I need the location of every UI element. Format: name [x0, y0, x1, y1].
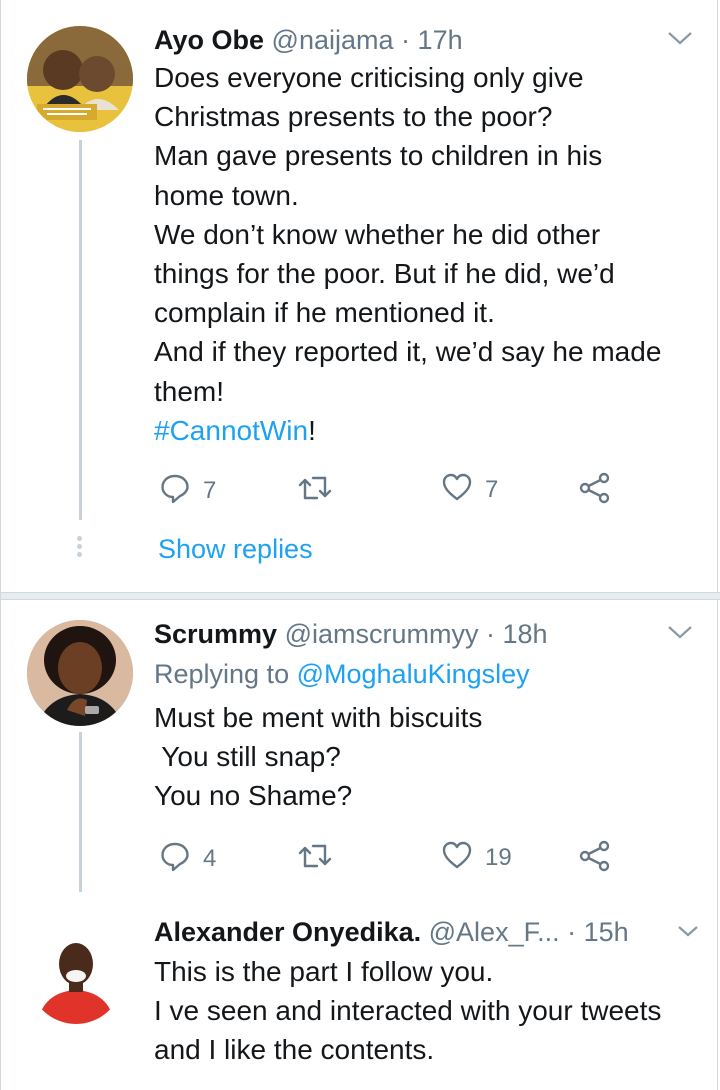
tweet-line: This is the part I follow you.	[154, 956, 494, 987]
tweet-line: them!	[154, 375, 225, 407]
reply-count: 7	[203, 476, 217, 504]
handle[interactable]: @iamscrummyy	[285, 619, 479, 649]
reply-button[interactable]: 7	[159, 472, 216, 509]
share-button[interactable]	[579, 472, 611, 509]
timeline: Ayo Obe @naijama · 17h Does everyone cri…	[0, 0, 720, 1090]
timestamp[interactable]: 18h	[503, 619, 548, 649]
tweet-text: Must be ment with biscuits You still sna…	[154, 698, 482, 816]
hashtag-line: #CannotWin!	[154, 411, 661, 450]
tweet-line: You no Shame?	[154, 780, 353, 812]
tweet-line: home town.	[154, 179, 299, 211]
tweet-line: And if they reported it, we’d say he mad…	[154, 336, 662, 368]
separator: ·	[567, 917, 577, 947]
timestamp[interactable]: 17h	[418, 25, 463, 55]
reply-icon	[159, 840, 191, 877]
chevron-down-icon[interactable]	[667, 30, 693, 51]
tweet-scrummy[interactable]: Scrummy @iamscrummyy · 18h Replying to @…	[1, 600, 720, 892]
tweet-alexander[interactable]: Alexander Onyedika. @Alex_F... · 15h Thi…	[1, 900, 720, 1090]
show-replies-link[interactable]: Show replies	[158, 534, 313, 565]
reply-button[interactable]: 4	[159, 840, 216, 877]
tweet-line: Man gave presents to children in his	[154, 140, 603, 172]
like-icon	[441, 840, 473, 875]
separator: ·	[401, 25, 411, 55]
handle[interactable]: @naijama	[272, 25, 394, 55]
tweet-line: I ve seen and interacted with your tweet…	[154, 995, 662, 1027]
tweet-line: Must be ment with biscuits	[154, 702, 483, 733]
timestamp[interactable]: 15h	[584, 917, 629, 947]
divider	[1, 592, 720, 600]
tweet-actions: 7 7	[159, 472, 619, 508]
reply-count: 4	[203, 844, 217, 872]
retweet-icon	[297, 840, 333, 877]
handle[interactable]: @Alex_F...	[429, 917, 560, 947]
tweet-text: Does everyone criticising only give Chri…	[154, 58, 661, 450]
replying-prefix: Replying to	[154, 659, 290, 689]
chevron-down-icon[interactable]	[667, 624, 693, 645]
more-replies-dots	[77, 536, 82, 560]
tweet-actions: 4 19	[159, 840, 619, 876]
like-count: 19	[485, 843, 512, 871]
tweet-text: This is the part I follow you. I ve seen…	[154, 952, 661, 1070]
hashtag-suffix: !	[308, 414, 316, 446]
tweet-line: and I like the contents.	[154, 1034, 435, 1066]
tweet-line: things for the poor. But if he did, we’d	[154, 258, 615, 290]
like-button[interactable]: 19	[441, 840, 512, 875]
tweet-line: We don’t know whether he did other	[154, 218, 601, 250]
hashtag-link[interactable]: #CannotWin	[154, 415, 308, 446]
like-icon	[441, 472, 473, 507]
share-button[interactable]	[579, 840, 611, 877]
tweet-ayo-obe[interactable]: Ayo Obe @naijama · 17h Does everyone cri…	[1, 0, 720, 590]
replying-to: Replying to @MoghaluKingsley	[154, 658, 530, 690]
retweet-button[interactable]	[297, 840, 345, 877]
thread-line	[79, 140, 82, 520]
chevron-down-icon[interactable]	[677, 924, 699, 943]
retweet-button[interactable]	[297, 472, 345, 509]
tweet-line: You still snap?	[154, 741, 341, 773]
share-icon	[579, 472, 611, 509]
avatar[interactable]	[27, 26, 133, 132]
tweet-line: Does everyone criticising only give	[154, 62, 584, 93]
tweet-line: Christmas presents to the poor?	[154, 101, 553, 133]
share-icon	[579, 840, 611, 877]
avatar[interactable]	[27, 620, 133, 726]
retweet-icon	[297, 472, 333, 509]
tweet-header: Scrummy @iamscrummyy · 18h	[154, 618, 548, 650]
reply-icon	[159, 472, 191, 509]
tweet-header: Ayo Obe @naijama · 17h	[154, 24, 463, 56]
display-name[interactable]: Alexander Onyedika.	[154, 917, 421, 947]
tweet-header: Alexander Onyedika. @Alex_F... · 15h	[154, 916, 629, 948]
tweet-line: complain if he mentioned it.	[154, 297, 495, 329]
avatar[interactable]	[29, 930, 123, 1024]
like-button[interactable]: 7	[441, 472, 498, 507]
separator: ·	[486, 619, 495, 649]
like-count: 7	[485, 475, 499, 503]
mention-link[interactable]: @MoghaluKingsley	[297, 659, 530, 689]
display-name[interactable]: Ayo Obe	[154, 25, 264, 55]
thread-line	[79, 732, 82, 892]
display-name[interactable]: Scrummy	[154, 619, 277, 649]
